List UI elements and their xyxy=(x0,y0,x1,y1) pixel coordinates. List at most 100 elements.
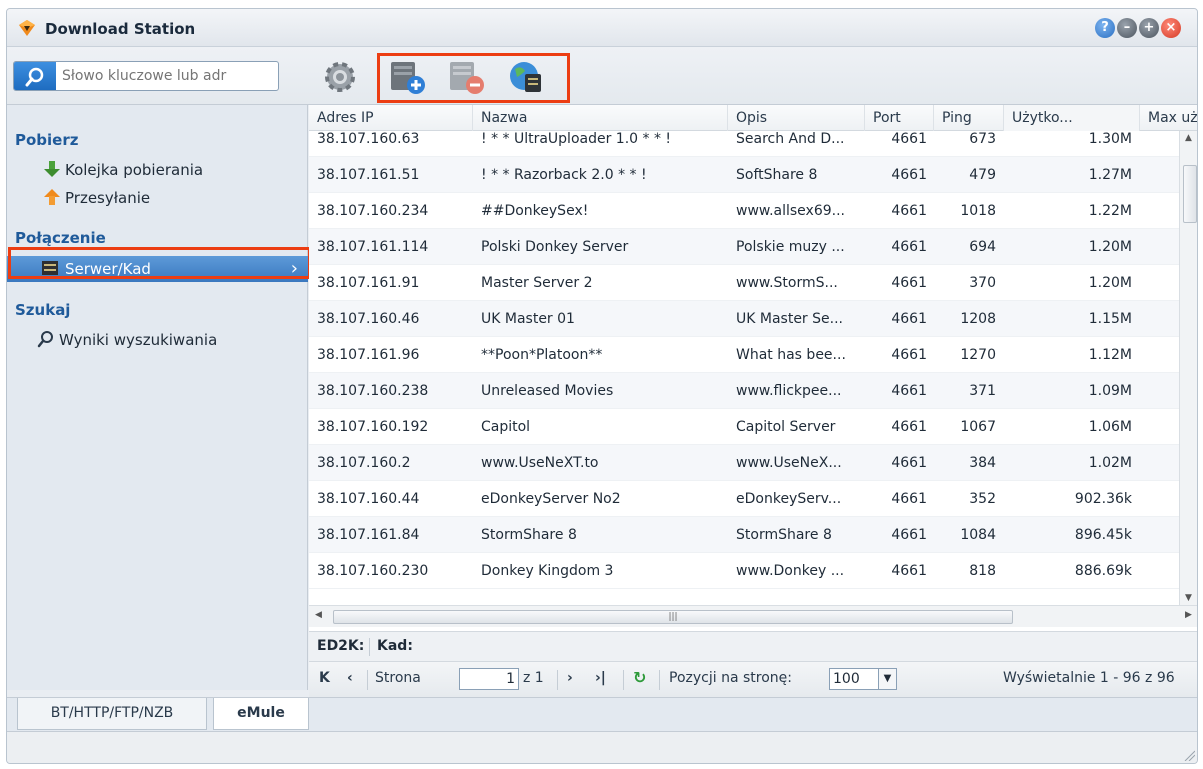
first-page-icon[interactable]: K xyxy=(319,670,330,686)
paging-separator xyxy=(623,670,624,690)
cell-description: www.Donkey ... xyxy=(736,563,845,579)
refresh-icon[interactable]: ↻ xyxy=(633,668,646,687)
horizontal-scroll-thumb[interactable]: ||| xyxy=(333,610,1013,624)
cell-ip: 38.107.160.46 xyxy=(317,311,420,327)
close-icon[interactable]: × xyxy=(1161,18,1181,38)
toolbar-highlight xyxy=(377,53,570,103)
cell-port: 4661 xyxy=(891,563,927,579)
cell-port: 4661 xyxy=(891,347,927,363)
download-station-icon xyxy=(19,20,35,36)
toolbar xyxy=(7,47,1197,105)
cell-ip: 38.107.161.114 xyxy=(317,239,429,255)
cell-description: www.flickpee... xyxy=(736,383,842,399)
search-button[interactable] xyxy=(14,62,56,90)
prev-page-icon[interactable]: ‹ xyxy=(347,670,353,686)
cell-description: www.StormS... xyxy=(736,275,838,291)
resize-grip-icon[interactable] xyxy=(1183,749,1195,761)
scroll-right-icon[interactable]: ▶ xyxy=(1185,610,1192,620)
cell-name: Capitol xyxy=(481,419,531,435)
table-row[interactable]: 38.107.160.63 ! * * UltraUploader 1.0 * *… xyxy=(309,121,1179,157)
per-page-select[interactable]: 100 ▼ xyxy=(829,668,897,690)
cell-users: 1.27M xyxy=(1088,167,1132,183)
download-arrow-icon xyxy=(44,161,60,177)
upload-arrow-icon xyxy=(44,189,60,205)
tab-bt-http-ftp-nzb[interactable]: BT/HTTP/FTP/NZB xyxy=(17,698,207,730)
sidebar-item-download-queue[interactable]: Kolejka pobierania xyxy=(7,157,308,183)
table-row[interactable]: 38.107.161.96 **Poon*Platoon** What has be… xyxy=(309,337,1179,373)
cell-port: 4661 xyxy=(891,491,927,507)
cell-ip: 38.107.160.2 xyxy=(317,455,411,471)
table-row[interactable]: 38.107.160.238 Unreleased Movies www.flick… xyxy=(309,373,1179,409)
vertical-scrollbar[interactable]: ▲ ▼ xyxy=(1179,131,1197,605)
sidebar-item-label: Wyniki wyszukiwania xyxy=(59,331,218,349)
table-row[interactable]: 38.107.160.2 www.UseNeXT.to www.UseNeX... 4… xyxy=(309,445,1179,481)
cell-ping: 479 xyxy=(969,167,996,183)
sidebar-highlight xyxy=(8,247,311,279)
table-row[interactable]: 38.107.161.84 StormShare 8 StormShare 8 466… xyxy=(309,517,1179,553)
sidebar-item-search-results[interactable]: Wyniki wyszukiwania xyxy=(7,327,308,353)
table-row[interactable]: 38.107.161.51 ! * * Razorback 2.0 * * ! So… xyxy=(309,157,1179,193)
search-input[interactable] xyxy=(62,62,276,90)
settings-gear-icon[interactable] xyxy=(321,59,359,95)
download-station-window: Download Station ? – + × Słowo kluczowe … xyxy=(0,0,1203,769)
cell-ping: 1084 xyxy=(960,527,996,543)
next-page-icon[interactable]: › xyxy=(567,670,573,686)
paging-separator xyxy=(659,670,660,690)
cell-users: 1.02M xyxy=(1088,455,1132,471)
page-number-input[interactable] xyxy=(459,668,519,690)
table-row[interactable]: 38.107.160.192 Capitol Capitol Server 4661 1… xyxy=(309,409,1179,445)
minimize-icon[interactable]: – xyxy=(1117,18,1137,38)
table-row[interactable]: 38.107.160.230 Donkey Kingdom 3 www.Donkey… xyxy=(309,553,1179,589)
last-page-icon[interactable]: ›| xyxy=(595,670,606,686)
scroll-up-icon[interactable]: ▲ xyxy=(1185,133,1192,143)
paging-separator xyxy=(367,670,368,690)
cell-port: 4661 xyxy=(891,131,927,147)
paging-separator xyxy=(557,670,558,690)
vertical-scroll-thumb[interactable] xyxy=(1183,165,1197,223)
table-row[interactable]: 38.107.160.44 eDonkeyServer No2 eDonkeySer… xyxy=(309,481,1179,517)
cell-ping: 1018 xyxy=(960,203,996,219)
cell-users: 1.12M xyxy=(1088,347,1132,363)
kad-status-label: Kad: xyxy=(377,638,413,654)
cell-name: Unreleased Movies xyxy=(481,383,614,399)
cell-users: 1.30M xyxy=(1088,131,1132,147)
window-footer xyxy=(7,731,1197,763)
table-row[interactable]: 38.107.161.91 Master Server 2 www.StormS..… xyxy=(309,265,1179,301)
tab-emule[interactable]: eMule xyxy=(213,698,309,730)
cell-users: 886.69k xyxy=(1074,563,1132,579)
page-count-label: z 1 xyxy=(523,670,544,686)
chevron-down-icon[interactable]: ▼ xyxy=(878,669,896,689)
cell-description: UK Master Se... xyxy=(736,311,843,327)
table-row[interactable]: 38.107.161.114 Polski Donkey Server Polski… xyxy=(309,229,1179,265)
per-page-label: Pozycji na stronę: xyxy=(669,670,792,686)
cell-users: 1.06M xyxy=(1088,419,1132,435)
maximize-icon[interactable]: + xyxy=(1139,18,1159,38)
sidebar: Pobierz Kolejka pobierania Przesyłanie P… xyxy=(7,105,308,690)
cell-description: StormShare 8 xyxy=(736,527,832,543)
cell-ping: 1067 xyxy=(960,419,996,435)
page-label: Strona xyxy=(375,670,421,686)
cell-port: 4661 xyxy=(891,239,927,255)
cell-ip: 38.107.161.84 xyxy=(317,527,420,543)
server-table: Adres IP Nazwa Opis Port Ping Użytko... … xyxy=(309,105,1197,648)
sidebar-item-label: Przesyłanie xyxy=(65,189,151,207)
sidebar-item-upload[interactable]: Przesyłanie xyxy=(7,185,308,211)
cell-name: UK Master 01 xyxy=(481,311,575,327)
cell-ip: 38.107.160.238 xyxy=(317,383,429,399)
cell-name: StormShare 8 xyxy=(481,527,577,543)
horizontal-scrollbar[interactable]: ◀ ||| ▶ xyxy=(309,605,1197,627)
table-row[interactable]: 38.107.160.46 UK Master 01 UK Master Se...… xyxy=(309,301,1179,337)
help-icon[interactable]: ? xyxy=(1095,18,1115,38)
cell-name: ! * * UltraUploader 1.0 * * ! xyxy=(481,131,672,147)
cell-users: 1.20M xyxy=(1088,239,1132,255)
cell-ping: 694 xyxy=(969,239,996,255)
cell-ping: 818 xyxy=(969,563,996,579)
cell-ping: 352 xyxy=(969,491,996,507)
table-row[interactable]: 38.107.160.234 ##DonkeySex! www.allsex69..… xyxy=(309,193,1179,229)
scroll-down-icon[interactable]: ▼ xyxy=(1185,593,1192,603)
cell-ping: 1270 xyxy=(960,347,996,363)
cell-description: www.allsex69... xyxy=(736,203,845,219)
cell-ip: 38.107.160.192 xyxy=(317,419,429,435)
scroll-left-icon[interactable]: ◀ xyxy=(315,610,322,620)
search-icon xyxy=(37,331,53,348)
